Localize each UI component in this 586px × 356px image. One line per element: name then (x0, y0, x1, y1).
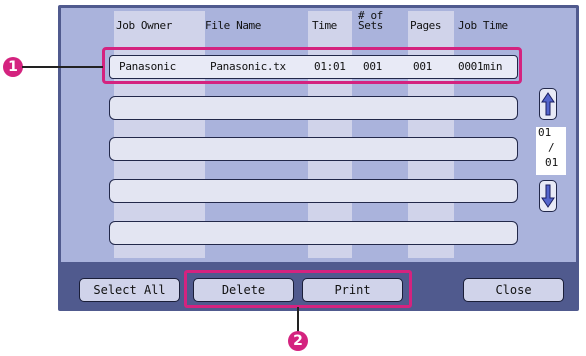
header-sets-line2: Sets (358, 19, 383, 32)
table-row-empty[interactable] (109, 137, 518, 161)
callout-badge-2: 2 (288, 331, 308, 351)
page-total: 01 (545, 156, 559, 169)
scroll-up-button[interactable] (539, 88, 557, 120)
page-indicator: 01 / 01 (536, 127, 566, 175)
page-current: 01 (538, 126, 552, 139)
close-button[interactable]: Close (463, 278, 564, 302)
table-row-empty[interactable] (109, 96, 518, 120)
row-highlight-frame (102, 47, 522, 84)
callout-leader-2 (297, 307, 299, 332)
header-file-name: File Name (205, 19, 262, 32)
header-time: Time (312, 19, 337, 32)
callout-leader-1 (22, 66, 103, 68)
header-pages: Pages (410, 19, 442, 32)
select-all-button[interactable]: Select All (79, 278, 180, 302)
header-job-owner: Job Owner (116, 19, 173, 32)
page-separator: / (548, 141, 555, 154)
table-row-empty[interactable] (109, 221, 518, 245)
arrow-down-icon (541, 184, 555, 208)
arrow-up-icon (541, 92, 555, 116)
table-row-empty[interactable] (109, 179, 518, 203)
buttons-highlight-frame (184, 270, 412, 308)
header-job-time: Job Time (458, 19, 508, 32)
callout-badge-1: 1 (3, 57, 23, 77)
scroll-down-button[interactable] (539, 180, 557, 212)
